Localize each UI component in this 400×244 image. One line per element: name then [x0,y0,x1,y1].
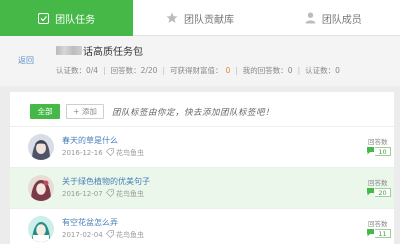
team-task-icon [38,12,50,24]
add-tag-button[interactable]: + 添加 [66,104,104,119]
stat-wealth-label: 可获得财富值： [169,66,223,75]
question-title-link[interactable]: 有空花盆怎么弄 [62,217,118,228]
answer-count-badge: 11 [366,228,391,239]
answer-count-badge: 10 [366,146,391,157]
question-title-link[interactable]: 春天的草是什么 [62,135,118,146]
question-row[interactable]: 关于绿色植物的优美句子 2016-12-07 花鸟鱼虫 回答数 20 [10,167,394,208]
stat-wealth-value: 0 [225,66,231,75]
answer-count-label: 回答数 [368,138,388,146]
tag-label: 花鸟鱼虫 [116,231,144,239]
speech-bubble-icon [366,146,375,157]
answer-count: 11 [375,229,391,238]
question-title-link[interactable]: 关于绿色植物的优美句子 [62,176,150,187]
speech-bubble-icon [366,228,375,239]
question-list: 春天的草是什么 2016-12-16 花鸟鱼虫 回答数 10 关于绿色植物的优美… [10,126,394,244]
title-text: 话高质任务包 [83,47,143,58]
question-row[interactable]: 有空花盆怎么弄 2017-02-04 花鸟鱼虫 回答数 11 [10,208,394,244]
tab-label: 团队任务 [55,14,96,26]
tab-team-tasks[interactable]: 团队任务 [0,0,134,36]
person-icon [305,12,316,24]
avatar[interactable] [28,175,54,201]
tag-icon [105,189,114,199]
tab-team-contributions[interactable]: 团队贡献库 [133,0,266,36]
tag-filter-bar: 全部 + 添加 团队标签由你定，快去添加团队标签吧！ [30,104,274,119]
stat-my-certified: 认证数：0 [305,66,340,75]
blurred-name [56,46,82,55]
answer-count: 10 [375,147,391,156]
avatar[interactable] [28,216,54,242]
tab-label: 团队成员 [321,14,362,26]
question-tag[interactable]: 花鸟鱼虫 [105,189,144,199]
tag-label: 花鸟鱼虫 [116,149,144,157]
stat-my-answers: 我的回答数：0 [242,66,293,75]
task-package-title: 话高质任务包 [56,43,143,58]
question-row[interactable]: 春天的草是什么 2016-12-16 花鸟鱼虫 回答数 10 [10,126,394,167]
all-tags-button[interactable]: 全部 [30,104,60,119]
question-date: 2016-12-16 [62,149,103,157]
answer-count: 20 [375,188,391,197]
speech-bubble-icon [366,187,375,198]
question-panel: 全部 + 添加 团队标签由你定，快去添加团队标签吧！ 春天的草是什么 2016-… [10,92,394,244]
answer-count-label: 回答数 [368,220,388,228]
tag-icon [105,230,114,240]
stat-answers: 回答数：2/20 [110,66,158,75]
question-date: 2016-12-07 [62,190,103,198]
task-package-header: 返回 话高质任务包 认证数：0/4 | 回答数：2/20 | 可获得财富值： 0… [0,36,400,86]
tab-team-members[interactable]: 团队成员 [267,0,400,36]
answer-count-label: 回答数 [368,179,388,187]
stat-certified: 认证数：0/4 [56,66,99,75]
avatar[interactable] [28,134,54,160]
tab-label: 团队贡献库 [183,14,234,26]
question-tag[interactable]: 花鸟鱼虫 [105,148,144,158]
task-stats: 认证数：0/4 | 回答数：2/20 | 可获得财富值： 0 | 我的回答数：0… [56,66,340,75]
star-icon [166,12,178,24]
tab-bar: 团队任务 团队贡献库 团队成员 [0,0,400,36]
answer-count-badge: 20 [366,187,391,198]
question-tag[interactable]: 花鸟鱼虫 [105,230,144,240]
tag-icon [105,148,114,158]
tag-hint: 团队标签由你定，快去添加团队标签吧！ [112,107,275,118]
question-date: 2017-02-04 [62,231,103,239]
tag-label: 花鸟鱼虫 [116,190,144,198]
back-link[interactable]: 返回 [18,55,34,66]
